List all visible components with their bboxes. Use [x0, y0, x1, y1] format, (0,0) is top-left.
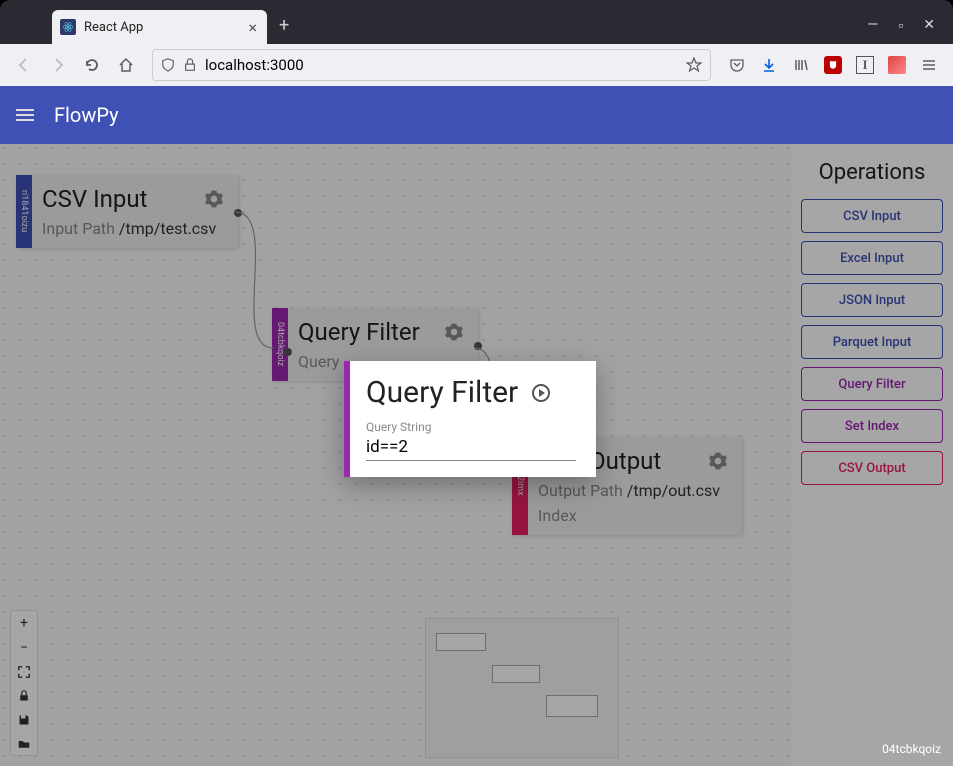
browser-toolbar: localhost:3000 I: [0, 44, 953, 86]
node-settings-popup[interactable]: Query Filter Query String: [344, 361, 596, 477]
url-text: localhost:3000: [205, 56, 678, 74]
new-tab-button[interactable]: +: [279, 15, 289, 36]
window-controls: — ▫ ✕: [867, 17, 953, 44]
app-bar: FlowPy: [0, 86, 953, 144]
output-port[interactable]: [234, 209, 242, 217]
op-json-input[interactable]: JSON Input: [801, 283, 943, 317]
op-csv-input[interactable]: CSV Input: [801, 199, 943, 233]
op-excel-input[interactable]: Excel Input: [801, 241, 943, 275]
maximize-icon[interactable]: ▫: [898, 17, 903, 34]
zoom-in-button[interactable]: +: [11, 611, 37, 635]
browser-tab[interactable]: React App ×: [52, 10, 267, 44]
back-button[interactable]: [10, 51, 38, 79]
node-title: Query Filter: [298, 318, 420, 346]
forward-button[interactable]: [44, 51, 72, 79]
selected-node-id: 04tcbkqoiz: [882, 742, 941, 756]
minimize-icon[interactable]: —: [867, 17, 878, 34]
lock-button[interactable]: [11, 683, 37, 707]
bookmark-star-icon[interactable]: [686, 57, 702, 73]
popup-field-label: Query String: [366, 420, 576, 434]
input-port[interactable]: [284, 348, 292, 356]
gear-icon[interactable]: [204, 189, 224, 209]
download-icon[interactable]: [755, 51, 783, 79]
operations-heading: Operations: [801, 160, 943, 185]
op-parquet-input[interactable]: Parquet Input: [801, 325, 943, 359]
node-csv-input[interactable]: ri1841oizu CSV Input Input Path /tmp/tes…: [16, 175, 238, 248]
gear-icon[interactable]: [708, 451, 728, 471]
workspace[interactable]: ri1841oizu CSV Input Input Path /tmp/tes…: [0, 144, 953, 766]
zoom-out-button[interactable]: −: [11, 635, 37, 659]
play-icon[interactable]: [532, 384, 550, 402]
minimap-node: [546, 695, 598, 717]
menu-icon[interactable]: [915, 51, 943, 79]
minimap-node: [436, 633, 486, 651]
node-title: CSV Input: [42, 185, 147, 213]
menu-toggle-icon[interactable]: [16, 106, 34, 124]
home-button[interactable]: [112, 51, 140, 79]
node-field: Index: [538, 506, 728, 525]
gear-icon[interactable]: [444, 322, 464, 342]
extension-icon[interactable]: [883, 51, 911, 79]
query-string-input[interactable]: [366, 434, 576, 461]
save-button[interactable]: [11, 707, 37, 731]
react-favicon: [60, 19, 76, 35]
minimap-node: [492, 665, 540, 683]
canvas-controls: + −: [10, 610, 38, 756]
node-handle[interactable]: 04tcbkqoiz: [272, 308, 288, 381]
minimap[interactable]: [425, 618, 619, 758]
reload-button[interactable]: [78, 51, 106, 79]
ublock-icon[interactable]: [819, 51, 847, 79]
browser-titlebar: React App × + — ▫ ✕: [0, 0, 953, 44]
tab-title: React App: [84, 20, 238, 35]
node-field: Output Path /tmp/out.csv: [538, 481, 728, 500]
app-title: FlowPy: [54, 103, 119, 127]
node-field: Input Path /tmp/test.csv: [42, 219, 224, 238]
fit-view-button[interactable]: [11, 659, 37, 683]
popup-title: Query Filter: [366, 375, 518, 410]
library-icon[interactable]: [787, 51, 815, 79]
shield-icon[interactable]: [161, 58, 175, 72]
close-window-icon[interactable]: ✕: [923, 17, 935, 34]
lock-icon[interactable]: [183, 58, 197, 72]
op-csv-output[interactable]: CSV Output: [801, 451, 943, 485]
url-bar[interactable]: localhost:3000: [152, 49, 711, 81]
op-query-filter[interactable]: Query Filter: [801, 367, 943, 401]
pocket-icon[interactable]: [723, 51, 751, 79]
node-handle[interactable]: ri1841oizu: [16, 175, 32, 248]
output-port[interactable]: [474, 342, 482, 350]
operations-panel: Operations CSV Input Excel Input JSON In…: [791, 144, 953, 766]
op-set-index[interactable]: Set Index: [801, 409, 943, 443]
tab-close-icon[interactable]: ×: [246, 18, 259, 37]
reader-icon[interactable]: I: [851, 51, 879, 79]
folder-button[interactable]: [11, 731, 37, 755]
